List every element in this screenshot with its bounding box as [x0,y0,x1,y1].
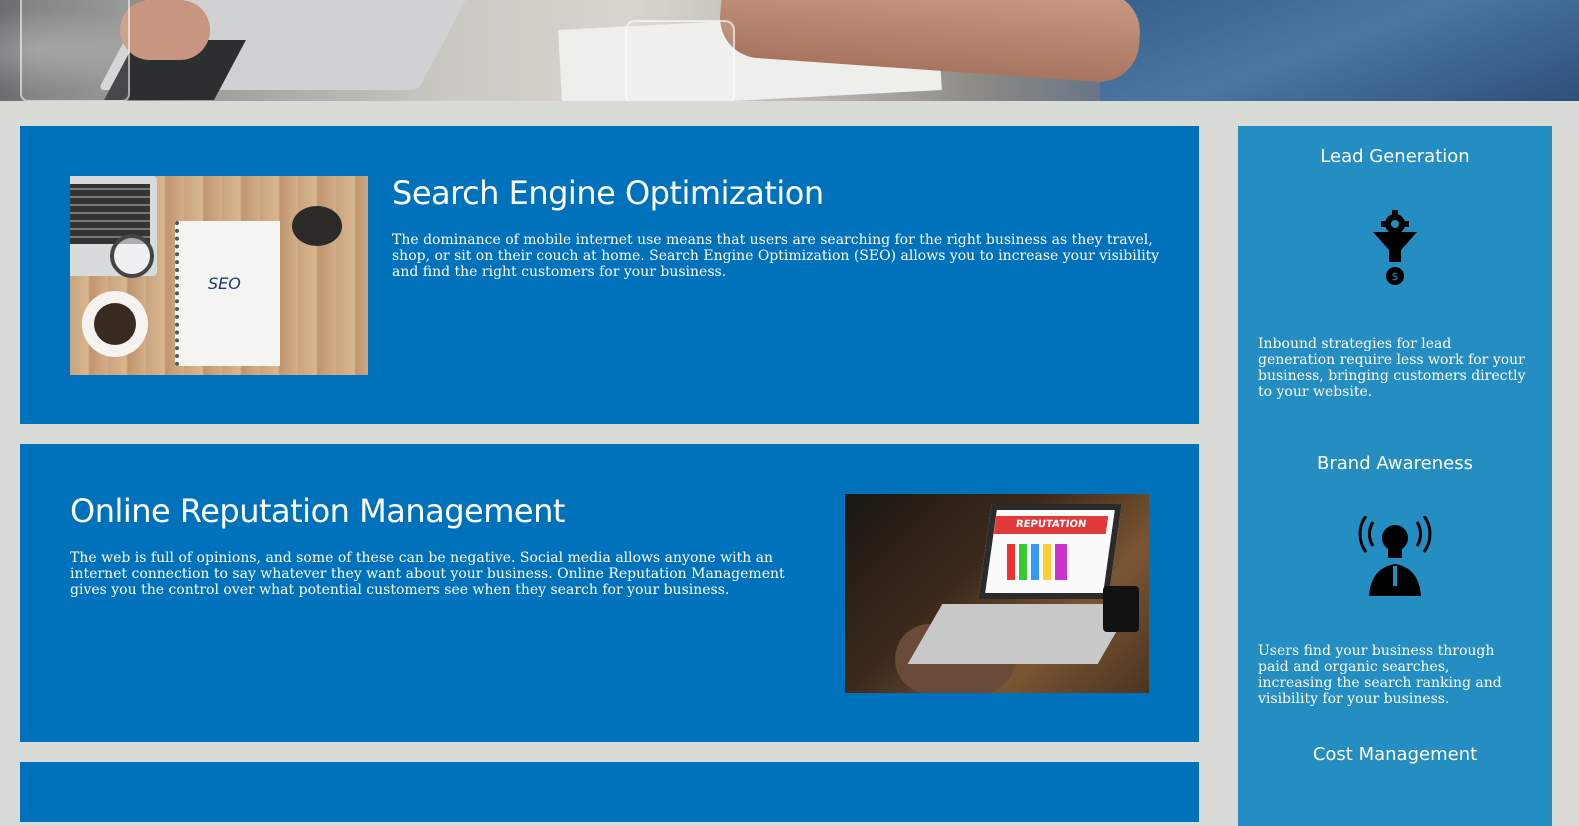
social-media-section [20,762,1199,822]
seo-title: Search Engine Optimization [392,174,824,212]
hero-image [0,0,1579,101]
reputation-image: REPUTATION [845,494,1149,693]
seo-image-pencil-pot [292,206,342,246]
lead-generation-title: Lead Generation [1320,146,1470,167]
svg-text:$: $ [1392,270,1399,283]
brand-awareness-title: Brand Awareness [1317,453,1473,474]
hero-hand [120,0,210,60]
seo-section: SEO Search Engine Optimization The domin… [20,126,1199,424]
brand-awareness-lightbulb-icon [1358,516,1432,596]
reputation-image-bars [1007,544,1067,580]
hero-glass-2 [625,20,735,101]
reputation-image-banner: REPUTATION [993,516,1109,534]
seo-image-coffee [94,303,136,345]
brand-awareness-text: Users find your business through paid an… [1258,643,1502,707]
seo-image-text: SEO [208,274,241,293]
reputation-description: The web is full of opinions, and some of… [70,550,785,598]
reputation-image-keyboard [907,604,1133,664]
seo-description: The dominance of mobile internet use mea… [392,232,1160,280]
magnifier-icon [110,234,154,278]
cost-management-title: Cost Management [1312,744,1478,765]
reputation-title: Online Reputation Management [70,492,565,530]
seo-image-notepad [175,221,280,366]
reputation-image-mug [1103,586,1139,632]
hero-glass [20,0,130,101]
benefits-sidebar: Lead Generation $ Inbound strategies for… [1238,126,1552,826]
hero-sleeve [1100,0,1579,101]
lead-generation-text: Inbound strategies for lead generation r… [1258,336,1526,400]
seo-image: SEO [70,176,368,375]
reputation-section: Online Reputation Management The web is … [20,444,1199,742]
lead-generation-funnel-icon: $ [1373,210,1417,285]
